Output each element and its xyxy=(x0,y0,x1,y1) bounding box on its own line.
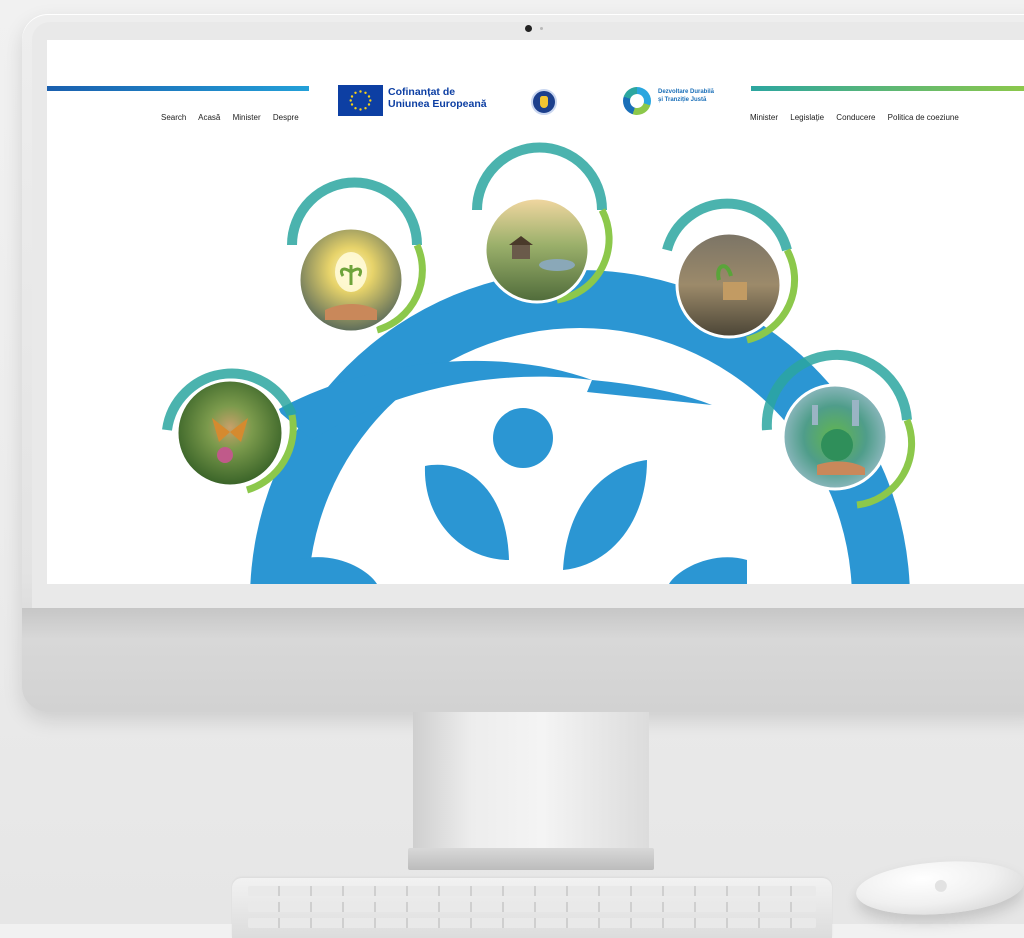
logo-head-dot xyxy=(493,408,553,468)
monitor-chin xyxy=(22,608,1024,712)
monitor-stand xyxy=(413,712,649,862)
eu-logo-line2: Uniunea Europeană xyxy=(388,98,487,110)
keyboard-row xyxy=(248,886,816,896)
eu-flag-icon xyxy=(338,85,383,116)
header-accent-line-right xyxy=(751,86,1024,91)
nav-cohesion-policy-link[interactable]: Politica de coeziune xyxy=(888,113,959,122)
butterfly-photo-icon xyxy=(162,368,297,494)
nav-left: Search Acasă Minister Despre xyxy=(161,113,309,122)
nav-home-link[interactable]: Acasă xyxy=(198,113,220,122)
mouse xyxy=(854,856,1024,920)
nav-minister-link-right[interactable]: Minister xyxy=(750,113,778,122)
apple-logo-icon xyxy=(934,879,948,893)
camera-indicator xyxy=(540,27,543,30)
nav-leadership-link[interactable]: Conducere xyxy=(836,113,875,122)
program-logo-text: Dezvoltare Durabilă și Tranziție Justă xyxy=(658,88,714,104)
keyboard-row xyxy=(248,918,816,928)
camera-icon xyxy=(525,25,532,32)
keyboard xyxy=(232,878,832,938)
government-coat-of-arms-icon xyxy=(531,89,557,115)
nav-right: Minister Legislație Conducere Politica d… xyxy=(750,113,969,122)
program-logo-line2: și Tranziție Justă xyxy=(658,97,707,103)
program-logo-icon xyxy=(623,87,651,115)
lightbulb-plant-photo-icon xyxy=(287,177,426,334)
monitor-stand-foot xyxy=(408,848,654,870)
header-accent-line-left xyxy=(47,86,309,91)
nav-search-link[interactable]: Search xyxy=(161,113,186,122)
website-screen: Search Acasă Minister Despre Cofinanțat … xyxy=(47,40,1024,584)
eu-logo-line1: Cofinanțat de xyxy=(388,86,456,98)
program-logo-line1: Dezvoltare Durabilă xyxy=(658,89,715,95)
nav-legislation-link[interactable]: Legislație xyxy=(790,113,824,122)
keyboard-row xyxy=(248,902,816,912)
nav-about-link[interactable]: Despre xyxy=(273,113,299,122)
eu-cofunding-logo-text: Cofinanțat de Uniunea Europeană xyxy=(388,86,487,110)
nav-minister-link[interactable]: Minister xyxy=(233,113,261,122)
